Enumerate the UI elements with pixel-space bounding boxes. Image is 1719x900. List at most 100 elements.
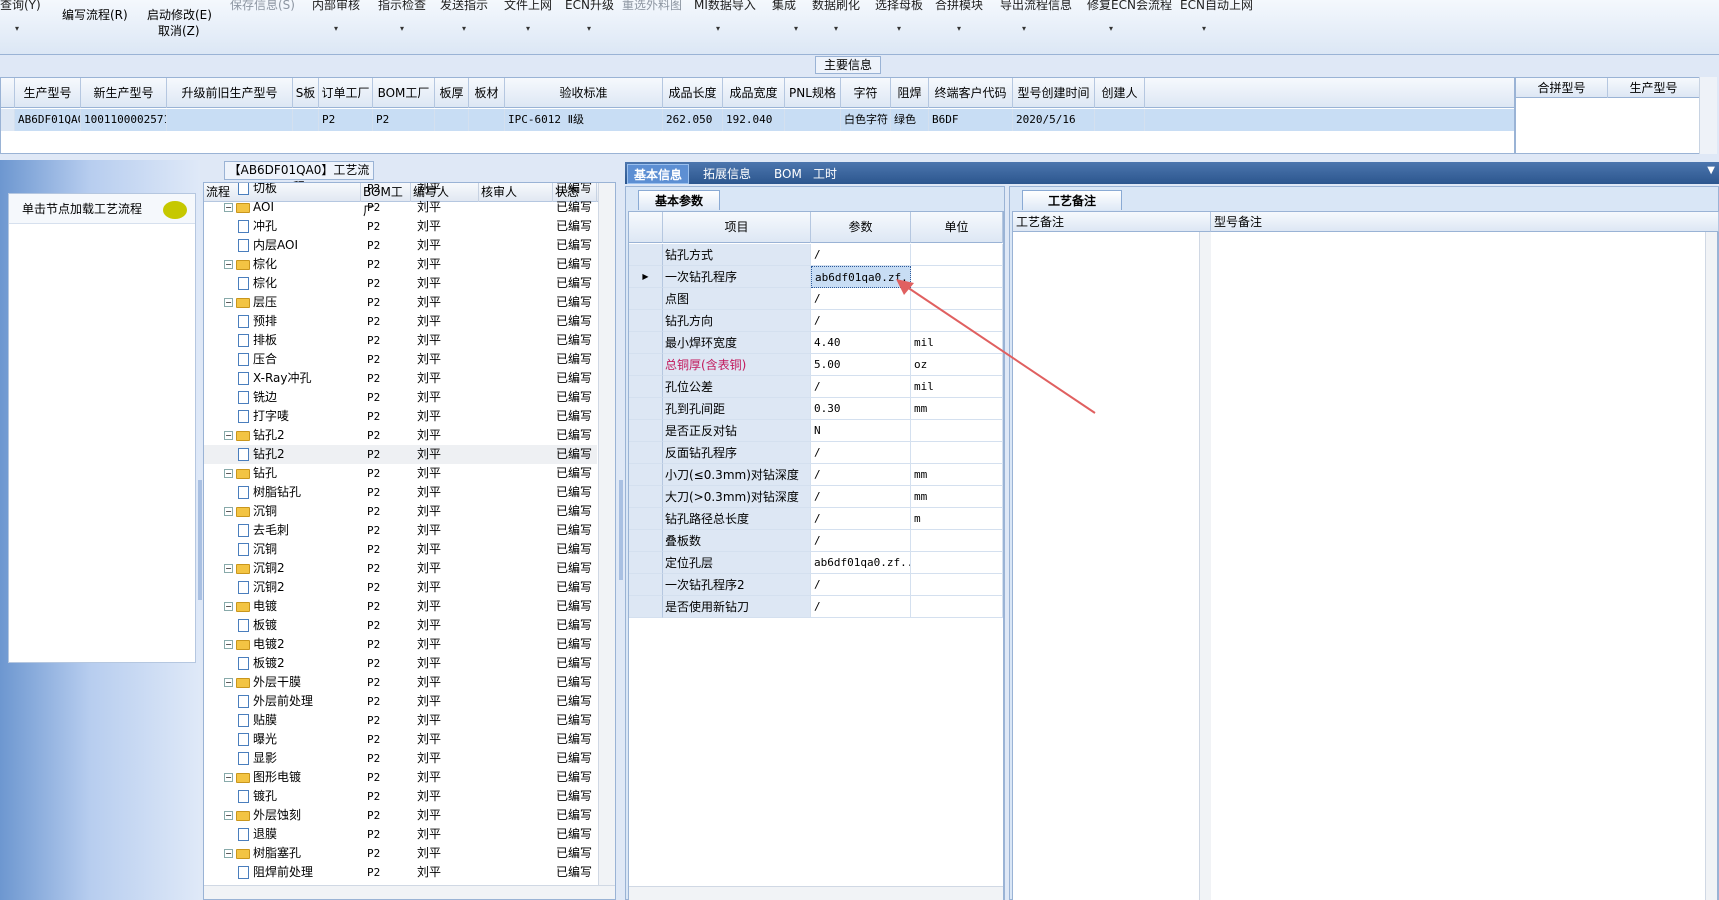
row-selector[interactable] — [629, 486, 663, 508]
cell-6[interactable] — [435, 109, 469, 131]
cell-3[interactable] — [293, 109, 319, 131]
tree-node[interactable]: 钻孔2 P2 刘平 已编写 — [204, 445, 597, 464]
tab-0[interactable]: 基本信息 — [627, 164, 690, 184]
tree-node[interactable]: X-Ray冲孔 P2 刘平 已编写 — [204, 369, 597, 388]
tree-node[interactable]: 板镀2 P2 刘平 已编写 — [204, 654, 597, 673]
tree-node[interactable]: 切板 P2 刘平 已编写 — [204, 183, 597, 198]
tab-basic-params[interactable]: 基本参数 — [638, 190, 720, 210]
chevron-down-icon[interactable]: ▾ — [587, 24, 591, 33]
tree-node[interactable]: − 图形电镀 P2 刘平 已编写 — [204, 768, 597, 787]
ribbon-item-6[interactable]: ECN升级 — [565, 0, 614, 13]
collapse-icon[interactable]: − — [224, 260, 233, 269]
collapse-icon[interactable]: − — [224, 564, 233, 573]
tree-node[interactable]: − 电镀2 P2 刘平 已编写 — [204, 635, 597, 654]
cell-2[interactable] — [167, 109, 293, 131]
col-header-6[interactable]: 板厚 — [435, 78, 469, 108]
chevron-down-icon[interactable]: ▾ — [716, 24, 720, 33]
param-row[interactable]: 反面钻孔程序 / — [629, 442, 1003, 464]
col-header-3[interactable]: S板 — [293, 78, 319, 108]
col-header-5[interactable]: BOM工厂 — [373, 78, 435, 108]
param-value[interactable]: / — [811, 464, 911, 486]
tree-node[interactable]: − 层压 P2 刘平 已编写 — [204, 293, 597, 312]
collapse-icon[interactable]: − — [224, 849, 233, 858]
tree-node[interactable]: − 外层蚀刻 P2 刘平 已编写 — [204, 806, 597, 825]
col-unit[interactable]: 单位 — [911, 212, 1003, 243]
tree-node[interactable]: − 外层干膜 P2 刘平 已编写 — [204, 673, 597, 692]
collapse-icon[interactable]: − — [224, 298, 233, 307]
param-value[interactable]: / — [811, 596, 911, 618]
cell-8[interactable]: IPC-6012 Ⅱ级 — [505, 109, 663, 131]
chevron-down-icon[interactable]: ▾ — [526, 24, 530, 33]
chevron-down-icon[interactable]: ▾ — [957, 24, 961, 33]
tree-node[interactable]: 板镀 P2 刘平 已编写 — [204, 616, 597, 635]
param-row[interactable]: 一次钻孔程序2/ — [629, 574, 1003, 596]
chevron-down-icon[interactable]: ▾ — [1109, 24, 1113, 33]
cell-14[interactable]: B6DF — [929, 109, 1013, 131]
col-header-14[interactable]: 终端客户代码 — [929, 78, 1013, 108]
col-process-remark[interactable]: 工艺备注 — [1013, 212, 1211, 232]
ribbon-item-0[interactable]: 查询(Y) — [0, 0, 41, 13]
param-value[interactable]: / — [811, 530, 911, 552]
middle-splitter[interactable] — [619, 480, 623, 580]
cell-13[interactable]: 绿色 — [891, 109, 929, 131]
col-header-10[interactable]: 成品宽度 — [723, 78, 785, 108]
col-model-remark[interactable]: 型号备注 — [1211, 212, 1719, 232]
tree-node[interactable]: − 沉铜 P2 刘平 已编写 — [204, 502, 597, 521]
collapse-icon[interactable]: − — [224, 773, 233, 782]
param-value[interactable]: / — [811, 442, 911, 464]
param-row[interactable]: 小刀(≤0.3mm)对钻深度 / mm — [629, 464, 1003, 486]
tree-node[interactable]: − 钻孔 P2 刘平 已编写 — [204, 464, 597, 483]
tree-node[interactable]: − 钻孔2 P2 刘平 已编写 — [204, 426, 597, 445]
remark-scrollbar-left[interactable] — [1199, 232, 1211, 900]
ribbon-item-1[interactable]: 保存信息(S) — [230, 0, 295, 13]
top-grid-scrollbar[interactable] — [1699, 77, 1717, 154]
ribbon-item-14[interactable]: 修复ECN会流程 — [1087, 0, 1172, 13]
tree-node[interactable]: 退膜 P2 刘平 已编写 — [204, 825, 597, 844]
row-selector[interactable] — [629, 530, 663, 552]
chevron-down-icon[interactable]: ▾ — [834, 24, 838, 33]
chevron-down-icon[interactable]: ▾ — [897, 24, 901, 33]
col-param[interactable]: 参数 — [811, 212, 911, 243]
col-header-1[interactable]: 新生产型号 — [81, 78, 167, 108]
collapse-icon[interactable]: − — [224, 507, 233, 516]
cancel-button[interactable]: 取消(Z) — [158, 22, 200, 39]
row-selector[interactable] — [629, 332, 663, 354]
row-selector[interactable] — [629, 376, 663, 398]
cell-5[interactable]: P2 — [373, 109, 435, 131]
cell-15[interactable]: 2020/5/16 — [1013, 109, 1095, 131]
col-header-0[interactable]: 生产型号 — [15, 78, 81, 108]
row-selector[interactable] — [629, 508, 663, 530]
tree-node[interactable]: 树脂钻孔 P2 刘平 已编写 — [204, 483, 597, 502]
tree-node[interactable]: 镀孔 P2 刘平 已编写 — [204, 787, 597, 806]
left-splitter[interactable] — [198, 480, 202, 600]
tree-node[interactable]: 显影 P2 刘平 已编写 — [204, 749, 597, 768]
tree-node[interactable]: 贴膜 P2 刘平 已编写 — [204, 711, 597, 730]
row-selector[interactable] — [1, 109, 15, 131]
cell-16[interactable] — [1095, 109, 1145, 131]
merge-col-header-1[interactable]: 生产型号 — [1608, 78, 1700, 98]
tree-node[interactable]: 排板 P2 刘平 已编写 — [204, 331, 597, 350]
tree-node[interactable]: − 沉铜2 P2 刘平 已编写 — [204, 559, 597, 578]
param-row[interactable]: 钻孔路径总长度 / m — [629, 508, 1003, 530]
tree-node[interactable]: 打字唛 P2 刘平 已编写 — [204, 407, 597, 426]
tree-node[interactable]: 压合 P2 刘平 已编写 — [204, 350, 597, 369]
remark-scrollbar-right[interactable] — [1705, 232, 1717, 900]
ribbon-item-10[interactable]: 数据刷化 — [812, 0, 860, 13]
col-header-8[interactable]: 验收标准 — [505, 78, 663, 108]
collapse-icon[interactable]: − — [224, 602, 233, 611]
row-selector[interactable] — [629, 420, 663, 442]
tree-node[interactable]: 铣边 P2 刘平 已编写 — [204, 388, 597, 407]
ribbon-item-8[interactable]: MI数据导入 — [694, 0, 756, 13]
cell-9[interactable]: 262.050 — [663, 109, 723, 131]
col-header-9[interactable]: 成品长度 — [663, 78, 723, 108]
collapse-icon[interactable]: − — [224, 811, 233, 820]
cell-0[interactable]: AB6DF01QA0 — [15, 109, 81, 131]
param-row[interactable]: 叠板数 / — [629, 530, 1003, 552]
row-selector[interactable] — [629, 552, 663, 574]
tree-node[interactable]: − AOI P2 刘平 已编写 — [204, 198, 597, 217]
param-value[interactable]: / — [811, 244, 911, 266]
merge-col-header-0[interactable]: 合拼型号 — [1516, 78, 1608, 98]
ribbon-item-3[interactable]: 指示检查 — [378, 0, 426, 13]
cell-10[interactable]: 192.040 — [723, 109, 785, 131]
tab-2[interactable]: BOM — [768, 164, 808, 184]
